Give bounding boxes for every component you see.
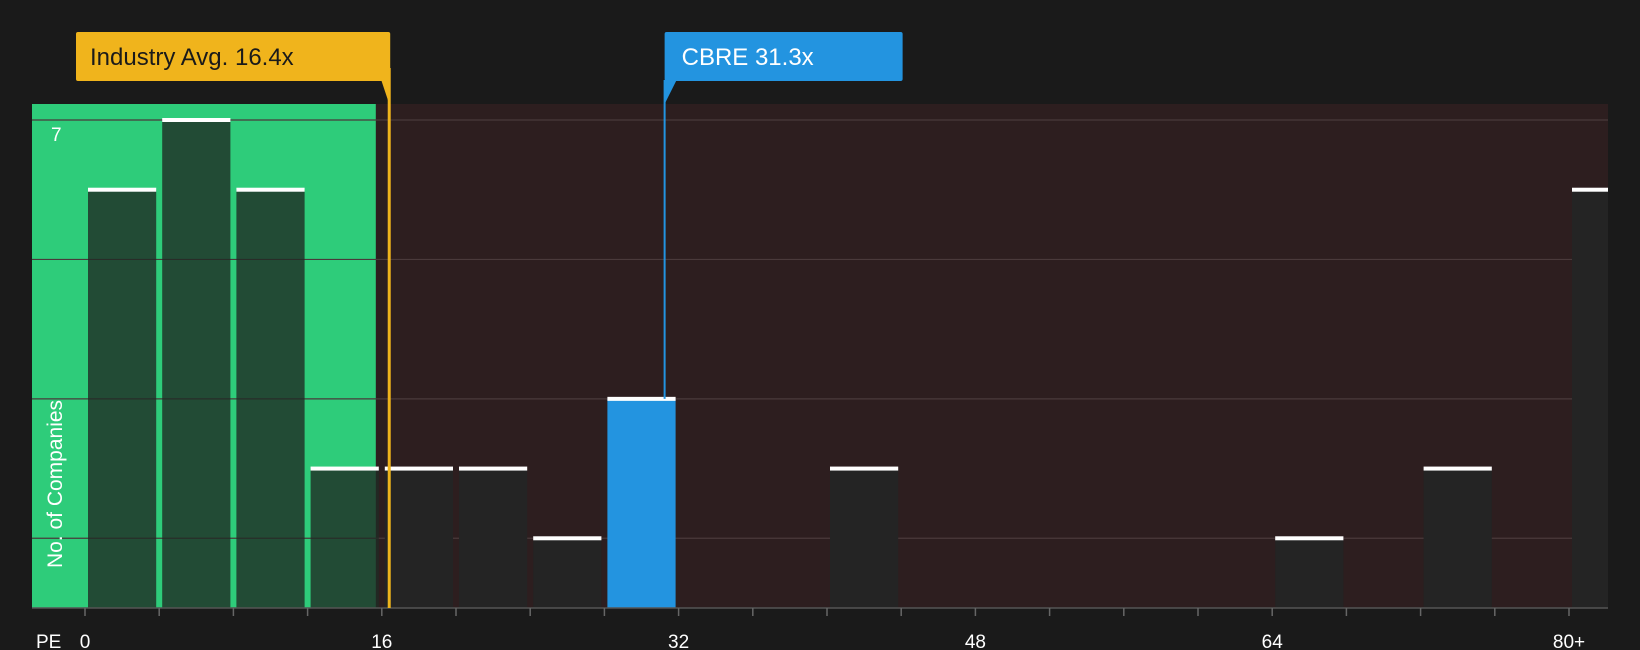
bar-top-cap: [236, 187, 305, 192]
bar-top-cap: [310, 466, 379, 471]
histogram-bar: [830, 468, 899, 608]
histogram-bar: [607, 398, 676, 608]
bar-top-cap: [533, 536, 602, 541]
bar-top-cap: [384, 466, 453, 471]
bar-top-cap: [830, 466, 899, 471]
x-tick-label: 64: [1262, 632, 1284, 650]
bar-top-cap: [162, 118, 231, 122]
x-tick-label: 80+: [1553, 632, 1585, 650]
histogram-bar: [1275, 538, 1344, 608]
x-tick-label: 32: [668, 632, 689, 650]
y-tick-label: 7: [51, 125, 62, 146]
histogram-bar: [310, 468, 379, 608]
industry-avg-label: Industry Avg. 16.4x: [90, 44, 294, 71]
bar-top-cap: [459, 466, 528, 471]
company-label: CBRE 31.3x: [682, 44, 814, 71]
y-axis-label: No. of Companies: [44, 400, 67, 568]
histogram-bar: [459, 468, 528, 608]
bar-top-cap: [1275, 536, 1344, 541]
x-tick-label: 48: [965, 632, 986, 650]
histogram-bar: [384, 468, 453, 608]
histogram-bar: [533, 538, 602, 608]
pe-distribution-chart: 7 0 16 32 48 64 80+ Industry Avg. 16.4x CBRE 31…: [0, 0, 1640, 650]
histogram-bar: [162, 120, 231, 608]
bar-top-cap: [88, 187, 157, 192]
bar-top-cap: [1572, 187, 1608, 192]
x-tick-label: 16: [371, 632, 392, 650]
histogram-bar: [88, 189, 157, 608]
x-axis-label: PE: [36, 632, 61, 650]
bar-top-cap: [1423, 466, 1492, 471]
histogram-bar: [1572, 189, 1608, 608]
histogram-bar: [236, 189, 305, 608]
histogram-bar: [1423, 468, 1492, 608]
x-tick-label: 0: [80, 632, 91, 650]
